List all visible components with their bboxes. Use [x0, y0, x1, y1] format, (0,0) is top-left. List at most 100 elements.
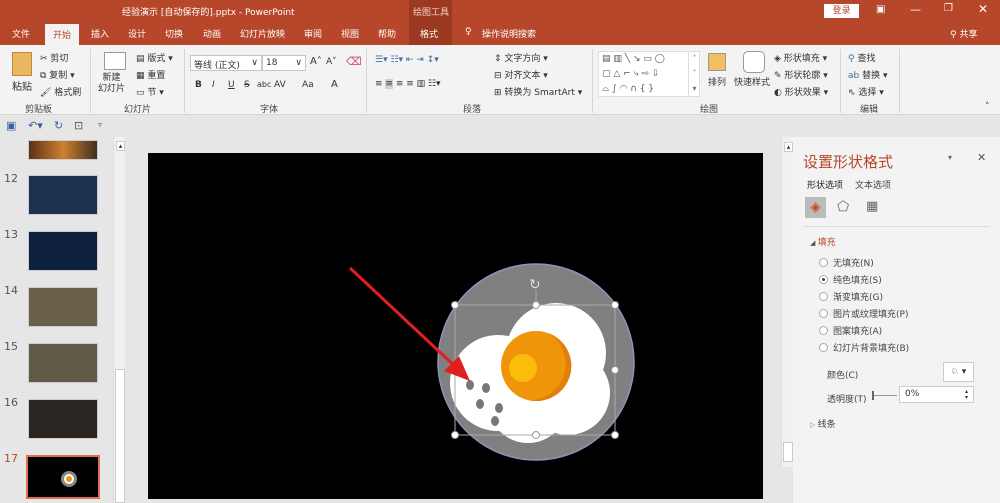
format-painter-button[interactable]: 🖌 格式刷 [40, 85, 81, 98]
bold-button[interactable]: B [195, 80, 202, 90]
tab-view[interactable]: 视图 [341, 27, 359, 40]
close-pane-icon[interactable]: ✕ [977, 151, 986, 164]
tab-insert[interactable]: 插入 [91, 27, 109, 40]
line-section-header[interactable]: ▷ 线条 [810, 417, 836, 430]
undo-icon[interactable]: ↶▾ [28, 119, 43, 132]
radio-icon[interactable] [819, 275, 828, 284]
arrange-button[interactable]: 排列 [708, 75, 726, 88]
quick-styles-button[interactable]: 快速样式 [734, 75, 770, 88]
tab-transitions[interactable]: 切换 [165, 27, 183, 40]
copy-button[interactable]: ⧉ 复制 ▾ [40, 68, 75, 81]
minimize-icon[interactable]: — [910, 3, 921, 16]
paste-button[interactable]: 粘贴 [12, 78, 32, 93]
login-button[interactable]: 登录 [824, 4, 859, 18]
align-icons[interactable]: ≡ ≡ ≡ ≡ ▥ ☷▾ [375, 79, 441, 89]
slide-thumbnail-15[interactable] [28, 343, 98, 383]
tab-design[interactable]: 设计 [128, 27, 146, 40]
text-direction-button[interactable]: ⇕ 文字方向 ▾ [494, 51, 548, 64]
slide-thumbnail-16[interactable] [28, 399, 98, 439]
slide-thumbnail-11[interactable] [28, 140, 98, 160]
tab-text-options[interactable]: 文本选项 [855, 178, 891, 191]
size-properties-icon[interactable]: ▦ [866, 199, 878, 214]
slide-canvas[interactable]: ↻ [148, 153, 763, 499]
shape-fill-button[interactable]: ◈ 形状填充 ▾ [774, 51, 827, 64]
font-size-combo[interactable]: 18 ∨ [262, 55, 306, 71]
thumbnail-scrollbar[interactable]: ▴ [113, 137, 125, 503]
share-button[interactable]: ⚲ 共享 [950, 27, 977, 40]
reset-button[interactable]: ▦ 重置 [136, 68, 165, 81]
scrollbar-thumb[interactable] [115, 369, 125, 503]
fill-option-radio[interactable]: 无填充(N) [819, 256, 874, 269]
restore-icon[interactable]: ❐ [944, 3, 953, 14]
slide-thumbnail-12[interactable] [28, 175, 98, 215]
italic-button[interactable]: I [212, 80, 215, 90]
customize-qat-icon[interactable]: ▿ [98, 120, 102, 129]
shapes-gallery[interactable]: ▤ ▥ ╲ ↘ ▭ ◯ ▢ △ ⌐ ⤷ ⇨ ⇩ ⌓ ∫ ◠ ∩ { } [598, 51, 700, 97]
layout-button[interactable]: ▤ 版式 ▾ [136, 51, 173, 64]
replace-button[interactable]: ab 替换 ▾ [848, 68, 888, 81]
slide-scrollbar[interactable]: ▴ [781, 137, 793, 467]
shape-effects-button[interactable]: ◐ 形状效果 ▾ [774, 85, 828, 98]
scroll-up-icon[interactable]: ▴ [116, 141, 125, 151]
tab-slideshow[interactable]: 幻灯片放映 [240, 27, 285, 40]
arrange-icon[interactable] [708, 53, 726, 71]
ribbon-display-icon[interactable]: ▣ [876, 4, 885, 15]
slide-thumbnail-13[interactable] [28, 231, 98, 271]
tab-help[interactable]: 帮助 [378, 27, 396, 40]
radio-icon[interactable] [819, 258, 828, 267]
new-slide-icon[interactable] [104, 52, 126, 70]
slide-thumbnail-17[interactable] [26, 455, 100, 499]
select-button[interactable]: ⇖ 选择 ▾ [848, 85, 884, 98]
color-picker-button[interactable]: ♘ ▾ [943, 362, 974, 382]
section-button[interactable]: ▭ 节 ▾ [136, 85, 164, 98]
fill-option-radio[interactable]: 渐变填充(G) [819, 290, 883, 303]
change-case-button[interactable]: Aa [302, 80, 314, 90]
shape-outline-button[interactable]: ✎ 形状轮廓 ▾ [774, 68, 828, 81]
transparency-slider-handle[interactable] [872, 391, 874, 400]
grow-font-icon[interactable]: A˄ [310, 56, 322, 67]
transparency-input[interactable]: 0% ▴ ▾ [899, 386, 974, 403]
scroll-up-icon[interactable]: ▴ [784, 142, 793, 152]
slide-thumbnail-14[interactable] [28, 287, 98, 327]
radio-icon[interactable] [819, 292, 828, 301]
fill-option-radio[interactable]: 图案填充(A) [819, 324, 882, 337]
quick-styles-icon[interactable] [743, 51, 765, 73]
fill-option-radio[interactable]: 纯色填充(S) [819, 273, 882, 286]
fill-option-radio[interactable]: 图片或纹理填充(P) [819, 307, 908, 320]
align-text-button[interactable]: ⊟ 对齐文本 ▾ [494, 68, 548, 81]
collapse-ribbon-icon[interactable]: ˄ [985, 102, 990, 112]
transparency-slider[interactable] [873, 395, 897, 396]
strikethrough-button[interactable]: S [244, 80, 250, 90]
tab-format[interactable]: 格式 [420, 27, 438, 40]
cut-button[interactable]: ✂ 剪切 [40, 51, 68, 64]
radio-icon[interactable] [819, 309, 828, 318]
effects-pentagon-icon[interactable]: ⬠ [837, 199, 849, 215]
scrollbar-thumb[interactable] [783, 442, 793, 462]
tab-shape-options[interactable]: 形状选项 [807, 178, 843, 191]
gallery-scroll[interactable]: ˄ ˅ ▾ [688, 51, 700, 97]
redo-icon[interactable]: ↻ [54, 119, 63, 132]
pane-options-icon[interactable]: ▾ [948, 153, 952, 162]
tab-home[interactable]: 开始 [45, 24, 80, 45]
shrink-font-icon[interactable]: A˅ [326, 57, 337, 67]
spinner-icon[interactable]: ▴ ▾ [965, 389, 968, 401]
text-shadow-button[interactable]: abc [257, 80, 271, 89]
tab-animations[interactable]: 动画 [203, 27, 221, 40]
font-color-button[interactable]: A [331, 79, 338, 90]
font-name-combo[interactable]: 等线 (正文) ∨ [190, 55, 262, 71]
smartart-button[interactable]: ⊞ 转换为 SmartArt ▾ [494, 85, 582, 98]
underline-button[interactable]: U [228, 80, 235, 90]
fill-section-header[interactable]: ◢ 填充 [810, 235, 836, 248]
fill-line-icon[interactable]: ◈ [805, 197, 826, 218]
close-icon[interactable]: ✕ [978, 2, 988, 16]
radio-icon[interactable] [819, 343, 828, 352]
clear-formatting-icon[interactable]: ⌫ [346, 55, 362, 68]
char-spacing-button[interactable]: AV [274, 80, 286, 90]
tab-file[interactable]: 文件 [12, 27, 30, 40]
new-slide-button[interactable]: 新建 幻灯片 [98, 73, 125, 95]
find-button[interactable]: ⚲ 查找 [848, 51, 875, 64]
tab-review[interactable]: 审阅 [304, 27, 322, 40]
radio-icon[interactable] [819, 326, 828, 335]
slideshow-icon[interactable]: ⊡ [74, 119, 83, 132]
tell-me-search[interactable]: 操作说明搜索 [482, 27, 536, 40]
